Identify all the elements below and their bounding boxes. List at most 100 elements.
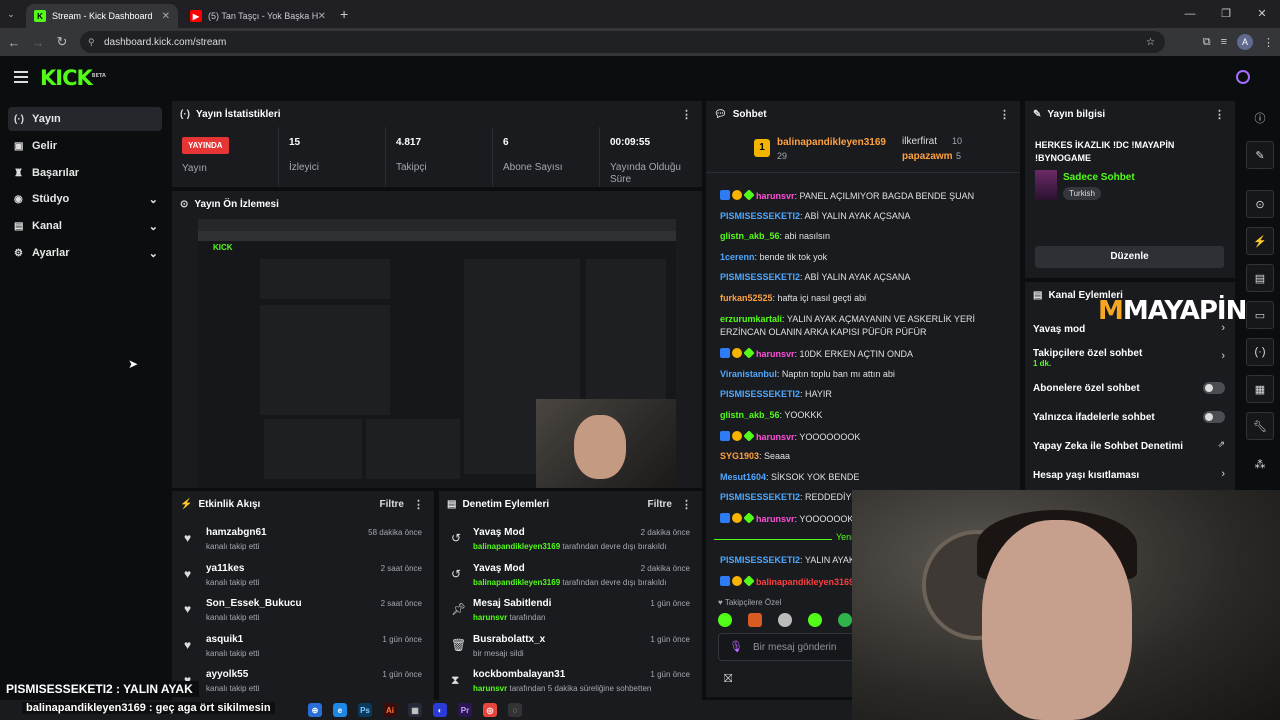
chat-username[interactable]: PISMISESSEKETI2	[720, 492, 800, 502]
emote-icon[interactable]	[748, 613, 762, 627]
chat-username[interactable]: erzurumkartali	[720, 314, 782, 324]
sidebar-item-ayarlar[interactable]: ⚙ Ayarlar ⌄	[8, 241, 162, 265]
stream-preview-video[interactable]: KICK	[198, 219, 676, 488]
chat-message[interactable]: harunsvr: PANEL AÇILMIYOR BAGDA BENDE ŞU…	[720, 190, 1010, 201]
chat-username[interactable]: Viranistanbul	[720, 369, 777, 379]
info-icon[interactable]: ⓘ	[1246, 104, 1274, 132]
taskbar-app-icon[interactable]: ◌	[508, 703, 522, 717]
gift-icon[interactable]: ⛝	[724, 673, 732, 686]
emote-icon[interactable]	[808, 613, 822, 627]
minimize-icon[interactable]: —	[1172, 0, 1208, 28]
taskbar-app-icon[interactable]: ⊕	[308, 703, 322, 717]
new-tab-icon[interactable]: +	[340, 6, 348, 22]
chat-username[interactable]: balinapandikleyen3169	[756, 577, 854, 587]
tab-youtube[interactable]: ▶ (5) Tan Taşçı - Yok Başka Hayalir ✕	[182, 4, 334, 28]
tab-search-icon[interactable]: ⌄	[0, 9, 22, 20]
profile-avatar[interactable]: A	[1237, 34, 1253, 50]
more-options-icon[interactable]: ⋮	[413, 498, 424, 511]
emote-icon[interactable]	[838, 613, 852, 627]
kick-logo[interactable]: KICKBETA	[40, 66, 106, 90]
gifter-name[interactable]: papazawm	[902, 151, 953, 162]
broadcast-icon[interactable]: (·)	[1246, 338, 1274, 366]
top-gifter-name[interactable]: balinapandikleyen3169	[777, 137, 886, 148]
reload-icon[interactable]: ↻	[50, 34, 74, 50]
taskbar-app-icon[interactable]: Ai	[383, 703, 397, 717]
emote-icon[interactable]	[718, 613, 732, 627]
chat-message[interactable]: ERZİNCAN OLANIN ARKA KAPISI PÜFÜR PÜFÜR	[720, 327, 1010, 337]
chat-message[interactable]: PISMISESSEKETI2: ABİ YALIN AYAK AÇSANA	[720, 211, 1010, 221]
taskbar-chrome-icon[interactable]: ◎	[483, 703, 497, 717]
sidebar-item-basarilar[interactable]: ♜ Başarılar	[8, 161, 162, 185]
taskbar-app-icon[interactable]: e	[333, 703, 347, 717]
more-options-icon[interactable]: ⋮	[681, 108, 692, 121]
chat-message[interactable]: glistn_akb_56: YOOKKK	[720, 410, 1010, 420]
chat-message[interactable]: furkan52525: hafta içi nasıl geçti abi	[720, 293, 1010, 303]
chat-username[interactable]: PISMISESSEKETI2	[720, 272, 800, 282]
edit-button[interactable]: Düzenle	[1035, 246, 1224, 268]
pencil-icon[interactable]: ✎	[1246, 141, 1274, 169]
tab-kick-dashboard[interactable]: K Stream - Kick Dashboard ✕	[26, 4, 178, 28]
bookmark-star-icon[interactable]: ☆	[1146, 37, 1155, 48]
chat-username[interactable]: harunsvr	[756, 191, 795, 201]
close-window-icon[interactable]: ✕	[1244, 0, 1280, 28]
emotes-only-toggle[interactable]	[1203, 411, 1225, 423]
preview-icon[interactable]: ⊙	[1246, 190, 1274, 218]
chat-username[interactable]: PISMISESSEKETI2	[720, 211, 800, 221]
chat-username[interactable]: SYG1903	[720, 451, 759, 461]
chat-message[interactable]: PISMISESSEKETI2: ABİ YALIN AYAK AÇSANA	[720, 272, 1010, 282]
taskbar-app-icon[interactable]: Ps	[358, 703, 372, 717]
close-icon[interactable]: ✕	[318, 11, 326, 22]
chat-username[interactable]: glistn_akb_56	[720, 231, 780, 241]
chat-username[interactable]: glistn_akb_56	[720, 410, 780, 420]
chat-username[interactable]: furkan52525	[720, 293, 773, 303]
more-options-icon[interactable]: ⋮	[999, 108, 1010, 121]
more-options-icon[interactable]: ⋮	[1214, 108, 1225, 121]
chat-username[interactable]: PISMISESSEKETI2	[720, 389, 800, 399]
more-options-icon[interactable]: ⋮	[681, 498, 692, 511]
chat-icon[interactable]: ▭	[1246, 301, 1274, 329]
chat-username[interactable]: harunsvr	[756, 349, 795, 359]
extensions-icon[interactable]: ⧉	[1203, 36, 1211, 49]
chat-message[interactable]: harunsvr: 10DK ERKEN AÇTIN ONDA	[720, 348, 1010, 359]
sidebar-item-yayin[interactable]: (·) Yayın	[8, 107, 162, 131]
menu-icon[interactable]: ⋮	[1263, 36, 1274, 49]
filter-button[interactable]: Filtre	[380, 499, 404, 510]
user-menu-icon[interactable]	[1236, 70, 1250, 84]
restore-icon[interactable]: ❐	[1208, 0, 1244, 28]
sidebar-item-kanal[interactable]: ▤ Kanal ⌄	[8, 214, 162, 238]
taskbar-app-icon[interactable]: ◐	[433, 703, 447, 717]
chat-username[interactable]: harunsvr	[756, 514, 795, 524]
taskbar-app-icon[interactable]: ▦	[408, 703, 422, 717]
wrench-icon[interactable]: 🔧︎	[1246, 412, 1274, 440]
chat-message[interactable]: Viranistanbul: Naptın toplu ban mı attın…	[720, 369, 1010, 379]
chat-username[interactable]: PISMISESSEKETI2	[720, 555, 800, 565]
filter-button[interactable]: Filtre	[648, 499, 672, 510]
chat-message[interactable]: Mesut1604: SİKSOK YOK BENDE	[720, 472, 1010, 482]
sidebar-item-gelir[interactable]: ▣ Gelir	[8, 134, 162, 158]
url-field[interactable]: ⚲ dashboard.kick.com/stream ☆	[80, 31, 1165, 53]
chat-username[interactable]: Mesut1604	[720, 472, 766, 482]
gifter-name[interactable]: ilkerfirat	[902, 136, 937, 147]
close-icon[interactable]: ✕	[162, 11, 170, 22]
media-icon[interactable]: ≡	[1221, 36, 1227, 48]
chat-message[interactable]: harunsvr: YOOOOOOOK	[720, 431, 1010, 442]
taskbar-app-icon[interactable]: Pr	[458, 703, 472, 717]
back-icon[interactable]: ←	[2, 35, 26, 50]
microphone-icon[interactable]: 🎙︎	[729, 640, 743, 653]
chat-message[interactable]: 1cerenn: bende tik tok yok	[720, 252, 1010, 262]
lightning-icon[interactable]: ⚡	[1246, 227, 1274, 255]
chat-username[interactable]: harunsvr	[756, 432, 795, 442]
chat-message[interactable]: erzurumkartali: YALIN AYAK AÇMAYANIN VE …	[720, 314, 1010, 324]
document-icon[interactable]: ▤	[1246, 264, 1274, 292]
emote-icon[interactable]	[778, 613, 792, 627]
chat-message[interactable]: PISMISESSEKETI2: HAYIR	[720, 389, 1010, 399]
chat-username[interactable]: 1cerenn	[720, 252, 755, 262]
shapes-icon[interactable]: ⁂	[1246, 450, 1274, 478]
category-name[interactable]: Sadece Sohbet	[1063, 172, 1135, 183]
sidebar-item-studyo[interactable]: ◉ Stüdyo ⌄	[8, 187, 162, 211]
chat-message[interactable]: glistn_akb_56: abi nasılsın	[720, 231, 1010, 241]
subscribers-only-toggle[interactable]	[1203, 382, 1225, 394]
site-info-icon[interactable]: ⚲	[88, 37, 95, 48]
chat-message[interactable]: SYG1903: Seaaa	[720, 451, 1010, 461]
hamburger-menu-icon[interactable]	[14, 71, 28, 83]
